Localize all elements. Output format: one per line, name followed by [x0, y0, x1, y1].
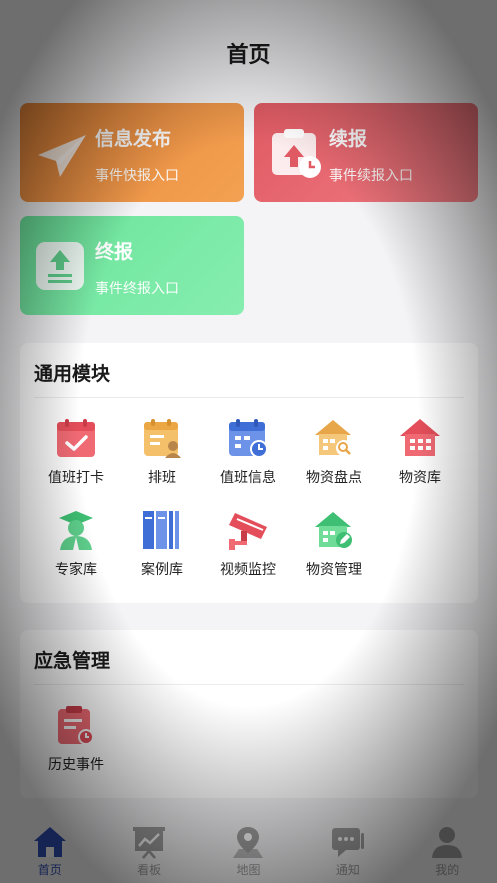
final-report-card[interactable]: 终报 事件终报入口: [20, 216, 244, 315]
tab-dashboard[interactable]: 看板: [99, 817, 198, 883]
module-label: 专家库: [55, 562, 97, 578]
general-modules-panel: 通用模块 值班打卡 排班 值班信息 物资盘点 物资库 专家库 案例库 视频监控 …: [20, 343, 478, 603]
map-pin-icon: [233, 827, 264, 858]
module-label: 排班: [148, 470, 176, 486]
calendar-check-icon: [57, 419, 95, 457]
page-title: 首页: [226, 43, 271, 68]
module-inventory-check[interactable]: 物资盘点: [291, 417, 377, 487]
module-schedule[interactable]: 排班: [119, 417, 205, 487]
card-title: 终报: [95, 241, 134, 263]
cctv-camera-icon: [229, 513, 267, 550]
module-label: 物资管理: [306, 562, 362, 578]
tab-map[interactable]: 地图: [199, 817, 298, 883]
calendar-clock-icon: [229, 419, 268, 458]
paper-plane-icon: [38, 135, 86, 177]
books-icon: [143, 511, 179, 549]
module-duty-info[interactable]: 值班信息: [205, 417, 291, 487]
module-material-library[interactable]: 物资库: [377, 417, 463, 487]
module-label: 值班信息: [220, 470, 276, 486]
module-label: 视频监控: [220, 562, 276, 578]
bottom-tab-bar: 首页 看板 地图 通知 我的: [0, 817, 497, 883]
divider: [34, 397, 464, 398]
divider: [34, 684, 464, 685]
tab-notifications[interactable]: 通知: [298, 817, 397, 883]
warehouse-edit-icon: [315, 512, 352, 548]
continuation-report-card[interactable]: 续报 事件续报入口: [254, 103, 478, 202]
module-video-surveillance[interactable]: 视频监控: [205, 509, 291, 579]
card-subtitle: 事件续报入口: [329, 168, 413, 184]
warehouse-search-icon: [315, 420, 352, 456]
home-icon: [33, 827, 66, 857]
message-icon: [331, 828, 364, 857]
emergency-panel: 应急管理 历史事件: [20, 630, 478, 798]
module-label: 历史事件: [48, 757, 104, 773]
module-material-management[interactable]: 物资管理: [291, 509, 377, 579]
card-title: 续报: [329, 128, 368, 150]
module-expert-library[interactable]: 专家库: [33, 509, 119, 579]
user-icon: [432, 827, 463, 858]
module-label: 物资盘点: [306, 470, 362, 486]
tab-home[interactable]: 首页: [0, 817, 99, 883]
module-label: 物资库: [399, 470, 441, 486]
tab-label: 看板: [137, 863, 162, 877]
module-label: 案例库: [141, 562, 183, 578]
warehouse-icon: [400, 419, 440, 456]
card-subtitle: 事件快报入口: [95, 168, 179, 184]
clipboard-upload-icon: [272, 129, 321, 178]
tab-label: 通知: [335, 863, 360, 877]
history-clipboard-icon: [58, 706, 94, 745]
upload-doc-icon: [36, 242, 84, 290]
card-subtitle: 事件终报入口: [95, 281, 179, 297]
tab-label: 我的: [435, 863, 460, 877]
tab-label: 首页: [37, 863, 62, 877]
dashboard-icon: [133, 827, 166, 859]
top-bar: 首页: [0, 0, 497, 100]
section-title: 应急管理: [34, 650, 111, 672]
section-title: 通用模块: [34, 363, 111, 385]
tab-label: 地图: [236, 863, 261, 877]
module-label: 值班打卡: [48, 470, 104, 486]
module-case-library[interactable]: 案例库: [119, 509, 205, 579]
card-title: 信息发布: [95, 128, 172, 150]
module-duty-checkin[interactable]: 值班打卡: [33, 417, 119, 487]
schedule-icon: [144, 419, 181, 458]
module-history-events[interactable]: 历史事件: [33, 704, 119, 774]
expert-icon: [59, 511, 93, 550]
tab-profile[interactable]: 我的: [398, 817, 497, 883]
info-release-card[interactable]: 信息发布 事件快报入口: [20, 103, 244, 202]
